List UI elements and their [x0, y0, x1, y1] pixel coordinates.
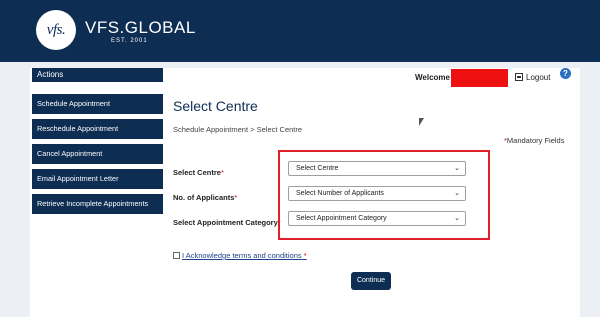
- redacted-username: [451, 69, 508, 87]
- content-panel: Actions Schedule Appointment Reschedule …: [30, 68, 580, 317]
- category-value: Select Appointment Category: [296, 215, 387, 222]
- main-area: Welcome Logout ? Select Centre Schedule …: [165, 68, 580, 317]
- mandatory-note: *Mandatory Fields: [504, 136, 564, 145]
- category-label-text: Select Appointment Category: [173, 218, 278, 227]
- applicants-label-text: No. of Applicants: [173, 193, 235, 202]
- vfs-logo: vfs.: [36, 10, 76, 50]
- mouse-cursor-icon: [419, 118, 424, 126]
- continue-button[interactable]: Continue: [351, 272, 391, 290]
- welcome-label: Welcome: [415, 73, 450, 82]
- chevron-down-icon: ⌄: [454, 215, 460, 222]
- required-asterisk: *: [303, 251, 307, 260]
- terms-checkbox[interactable]: [173, 252, 180, 259]
- required-asterisk: *: [234, 193, 238, 202]
- chevron-down-icon: ⌄: [454, 190, 460, 197]
- category-dropdown[interactable]: Select Appointment Category ⌄: [288, 211, 466, 226]
- sidebar-item-schedule-appointment[interactable]: Schedule Appointment: [32, 94, 163, 114]
- select-centre-dropdown[interactable]: Select Centre ⌄: [288, 161, 466, 176]
- terms-link[interactable]: I Acknowledge terms and conditions *: [182, 251, 307, 260]
- brand-established: EST. 2001: [111, 38, 148, 44]
- brand-name: VFS.GLOBAL: [85, 18, 196, 37]
- logout-link[interactable]: Logout: [526, 73, 550, 82]
- sidebar-item-reschedule-appointment[interactable]: Reschedule Appointment: [32, 119, 163, 139]
- chevron-down-icon: ⌄: [454, 165, 460, 172]
- sidebar: Actions Schedule Appointment Reschedule …: [30, 68, 165, 317]
- applicants-label: No. of Applicants*: [173, 193, 237, 202]
- site-header: vfs. VFS.GLOBAL EST. 2001: [0, 0, 600, 62]
- applicants-dropdown[interactable]: Select Number of Applicants ⌄: [288, 186, 466, 201]
- required-asterisk: *: [220, 168, 224, 177]
- mandatory-text: Mandatory Fields: [506, 136, 565, 145]
- page-title: Select Centre: [173, 98, 258, 114]
- select-centre-label-text: Select Centre: [173, 168, 221, 177]
- sidebar-item-email-appointment-letter[interactable]: Email Appointment Letter: [32, 169, 163, 189]
- help-icon[interactable]: ?: [560, 68, 571, 79]
- category-label: Select Appointment Category*: [173, 218, 281, 227]
- sidebar-item-retrieve-incomplete-appointments[interactable]: Retrieve Incomplete Appointments: [32, 194, 163, 214]
- sidebar-item-cancel-appointment[interactable]: Cancel Appointment: [32, 144, 163, 164]
- applicants-value: Select Number of Applicants: [296, 190, 384, 197]
- select-centre-label: Select Centre*: [173, 168, 224, 177]
- terms-text[interactable]: I Acknowledge terms and conditions: [182, 251, 302, 260]
- breadcrumb: Schedule Appointment > Select Centre: [173, 125, 303, 134]
- logout-icon[interactable]: [515, 73, 523, 81]
- sidebar-header: Actions: [32, 68, 163, 82]
- select-centre-value: Select Centre: [296, 165, 339, 172]
